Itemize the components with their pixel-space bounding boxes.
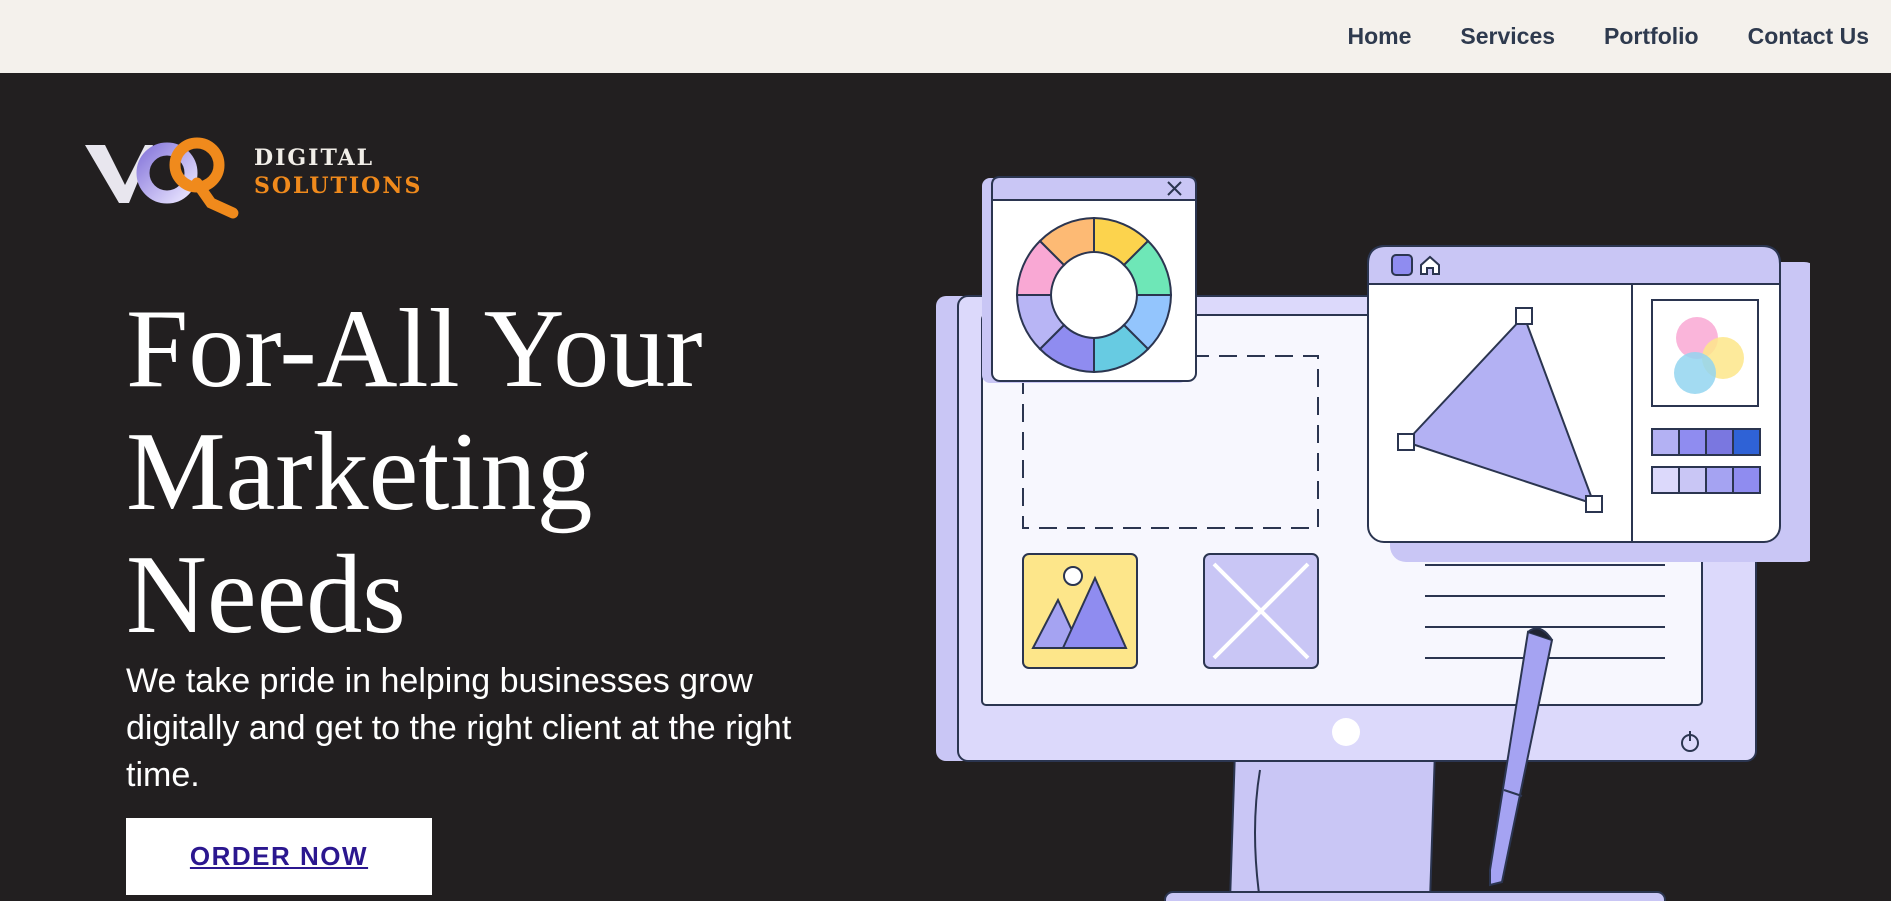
hero-title: For-All Your Marketing Needs	[126, 287, 703, 657]
brand-line-2: SOLUTIONS	[254, 173, 423, 199]
square-tool-icon	[1391, 254, 1413, 276]
order-now-button[interactable]: ORDER NOW	[126, 818, 432, 895]
nav-home-link[interactable]: Home	[1348, 23, 1412, 50]
image-icon	[1022, 553, 1138, 669]
vector-editor-window	[1367, 245, 1810, 562]
top-navigation-bar: Home Services Portfolio Contact Us	[0, 0, 1891, 73]
placeholder-x-icon	[1203, 553, 1319, 669]
vq-logo-mark-icon	[85, 137, 239, 219]
brand-line-1: DIGITAL	[254, 145, 375, 171]
brand-logo[interactable]: DIGITAL SOLUTIONS	[83, 133, 433, 223]
nav-portfolio-link[interactable]: Portfolio	[1604, 23, 1699, 50]
color-blend-icon	[1651, 299, 1759, 407]
main-nav: Home Services Portfolio Contact Us	[1348, 0, 1870, 73]
monitor-stand-icon	[1164, 749, 1666, 901]
hero-illustration	[936, 176, 1810, 901]
nav-services-link[interactable]: Services	[1460, 23, 1555, 50]
order-now-label: ORDER NOW	[189, 841, 369, 871]
nav-contact-us-link[interactable]: Contact Us	[1748, 23, 1869, 50]
color-wheel-window	[982, 176, 1197, 383]
hero-subtitle: We take pride in helping businesses grow…	[126, 662, 792, 794]
